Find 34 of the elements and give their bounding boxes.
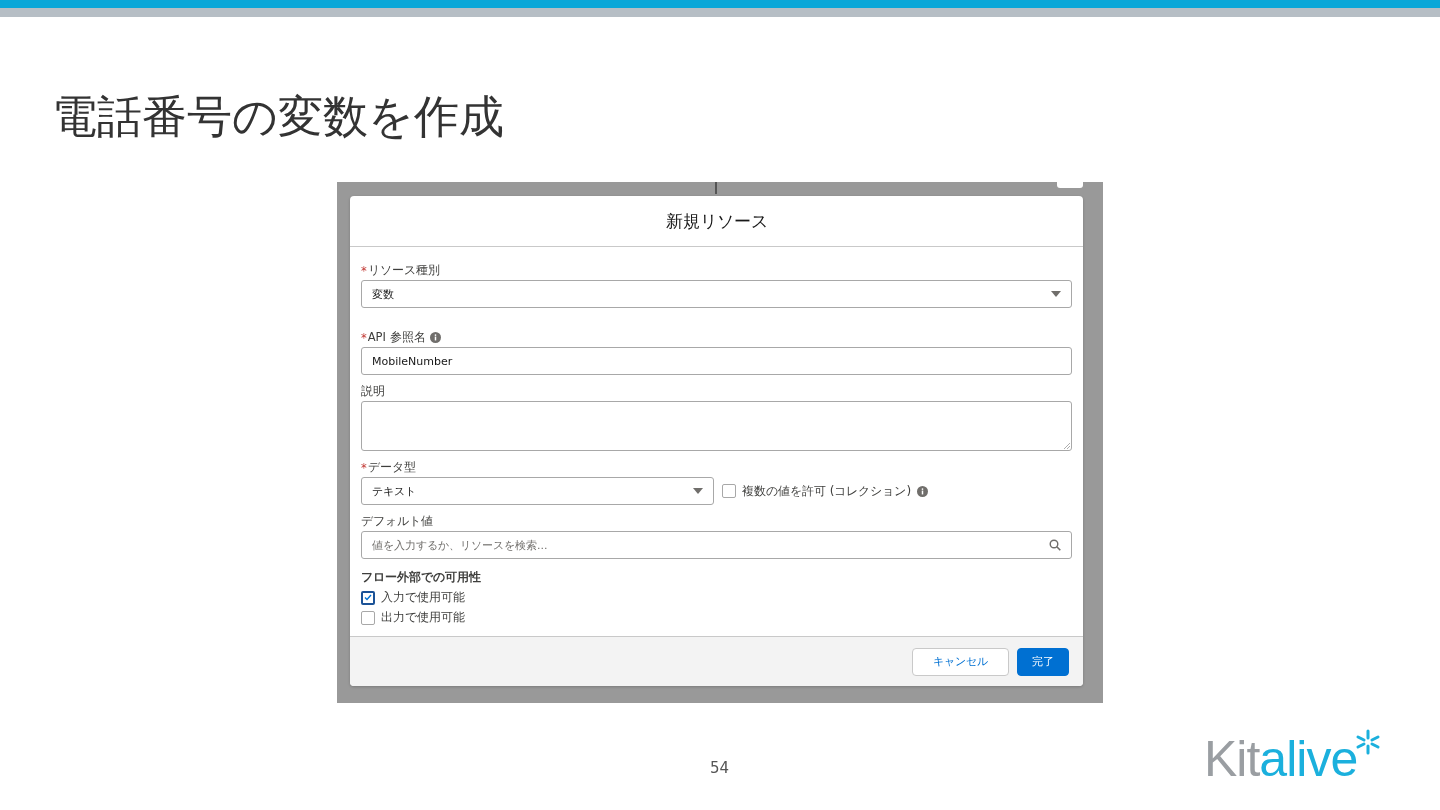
select-field[interactable]: テキスト (361, 477, 714, 505)
dialog-title: 新規リソース (665, 209, 768, 233)
cancel-button[interactable]: キャンセル (912, 647, 1009, 676)
checkmark-icon (364, 594, 372, 601)
field-label: リソース種別 (367, 263, 440, 278)
slide-title: 電話番号の変数を作成 (52, 89, 505, 145)
field-label: デフォルト値 (361, 514, 433, 529)
checkbox-label: 入力で使用可能 (381, 589, 465, 606)
caret-icon (1051, 291, 1061, 297)
checkbox[interactable] (361, 590, 375, 605)
caret-icon (693, 488, 703, 494)
section-heading: フロー外部での可用性 (361, 570, 482, 585)
input-field[interactable]: MobileNumber (361, 347, 1072, 375)
checkbox[interactable] (722, 484, 736, 498)
asterisk-icon (1355, 729, 1382, 755)
resize-handle-icon[interactable] (1064, 443, 1070, 449)
select-field[interactable]: 変数 (361, 280, 1072, 308)
checkbox[interactable] (361, 610, 375, 625)
field-label: 説明 (361, 384, 385, 399)
page-number: 54 (710, 759, 730, 777)
checkbox-label: 出力で使用可能 (381, 609, 465, 626)
textarea-field[interactable] (361, 401, 1072, 451)
search-field[interactable]: 値を入力するか、リソースを検索... (361, 531, 1072, 559)
logo-wordmark: Kitalive (1204, 731, 1358, 787)
field-label: API 参照名 (367, 330, 426, 345)
field-label: データ型 (367, 460, 416, 475)
checkbox-label: 複数の値を許可 (コレクション) (742, 482, 912, 500)
done-button[interactable]: 完了 (1017, 647, 1069, 676)
search-icon (1049, 539, 1061, 551)
required-mark: * (361, 263, 367, 278)
connector-line (715, 182, 717, 194)
panel-edge (1057, 182, 1083, 188)
required-mark: * (361, 330, 367, 345)
required-mark: * (361, 460, 367, 475)
